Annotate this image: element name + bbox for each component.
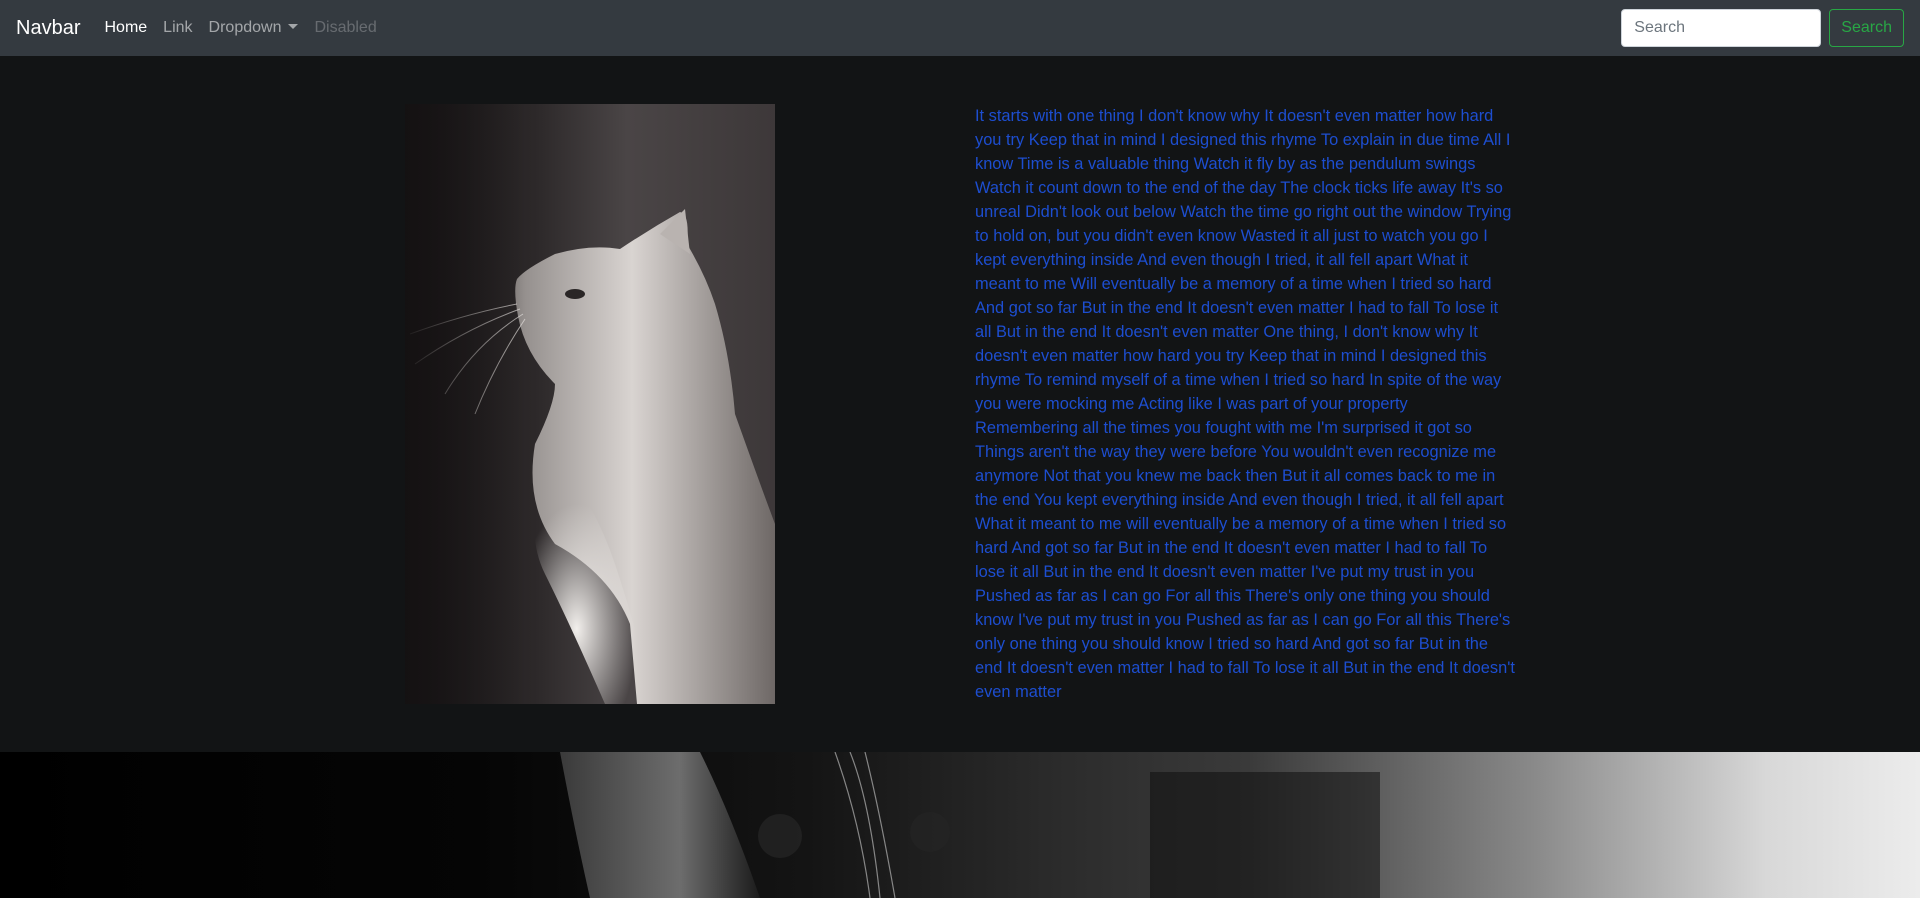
nav-link-link[interactable]: Link (163, 19, 192, 37)
search-input[interactable] (1621, 9, 1822, 47)
nav-link-home[interactable]: Home (104, 19, 147, 37)
top-navbar: Navbar Home Link Dropdown Disabled Searc… (0, 0, 1920, 56)
lyrics-text: It starts with one thing I don't know wh… (975, 107, 1515, 701)
cat-closeup-banner-photo (0, 752, 1920, 898)
cat-profile-photo (405, 104, 775, 704)
caret-down-icon (288, 24, 299, 29)
search-form: Search (1621, 9, 1904, 47)
nav-link-disabled: Disabled (314, 19, 377, 36)
search-button[interactable]: Search (1829, 9, 1904, 47)
cat-silhouette-icon (405, 104, 775, 704)
nav-dropdown-toggle[interactable]: Dropdown (209, 19, 299, 37)
navbar-brand[interactable]: Navbar (16, 17, 80, 40)
nav-dropdown-label: Dropdown (208, 19, 282, 36)
cat-closeup-icon (560, 752, 1380, 898)
